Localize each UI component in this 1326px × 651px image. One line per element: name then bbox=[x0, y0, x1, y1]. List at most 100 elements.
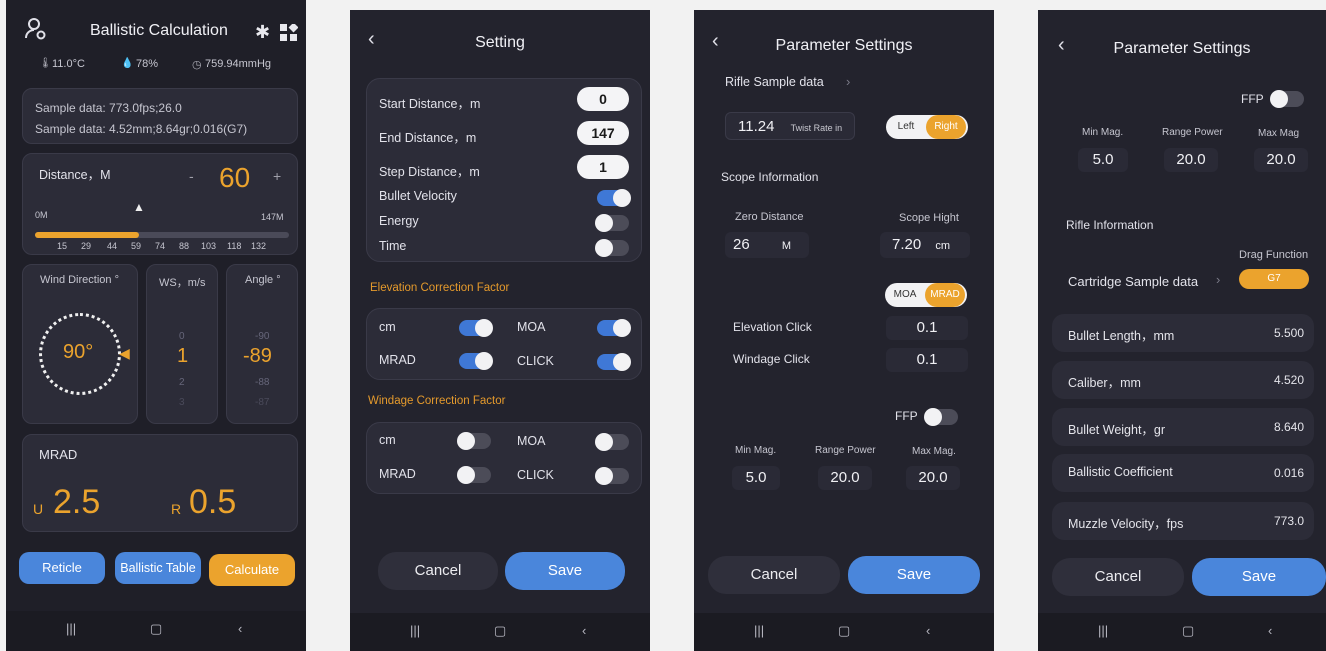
max-mag-input[interactable]: 20.0 bbox=[1254, 148, 1308, 172]
elev-moa-label: MOA bbox=[517, 320, 546, 334]
twist-rate-field[interactable]: 11.24 Twist Rate in bbox=[725, 112, 855, 140]
home-icon[interactable]: ▢ bbox=[494, 623, 506, 639]
cancel-button[interactable]: Cancel bbox=[708, 556, 840, 594]
scale-tick: 59 bbox=[131, 241, 142, 251]
rifle-sample-data-link[interactable]: Rifle Sample data bbox=[725, 75, 824, 89]
right-value: 0.5 bbox=[189, 483, 237, 521]
min-mag-input[interactable]: 5.0 bbox=[1078, 148, 1128, 172]
list-item-ballistic-coefficient[interactable]: Ballistic Coefficient 0.016 bbox=[1052, 454, 1314, 492]
bluetooth-icon[interactable]: ✱ bbox=[255, 22, 270, 43]
ffp-label: FFP bbox=[1241, 92, 1264, 106]
grid-icon[interactable] bbox=[280, 22, 299, 42]
chevron-right-icon[interactable]: › bbox=[846, 74, 850, 89]
twist-right-option[interactable]: Right bbox=[926, 115, 966, 139]
distance-slider[interactable] bbox=[35, 232, 289, 238]
max-mag-label: Max Mag bbox=[1258, 128, 1300, 139]
click-unit-toggle[interactable]: MOA MRAD bbox=[885, 283, 967, 307]
list-item-caliber[interactable]: Caliber，mm 4.520 bbox=[1052, 361, 1314, 399]
sample-line-2: Sample data: 4.52mm;8.64gr;0.016(G7) bbox=[35, 122, 248, 136]
distance-value: 60 bbox=[219, 162, 251, 193]
wind-cm-toggle[interactable] bbox=[457, 432, 491, 450]
range-power-input[interactable]: 20.0 bbox=[818, 466, 872, 490]
recent-apps-icon[interactable]: ||| bbox=[754, 623, 764, 638]
mrad-option[interactable]: MRAD bbox=[925, 283, 965, 307]
moa-option[interactable]: MOA bbox=[885, 283, 925, 307]
scope-height-unit: cm bbox=[935, 240, 951, 252]
elev-moa-toggle[interactable] bbox=[597, 319, 631, 337]
distance-settings-card: Start Distance，m 0 End Distance，m 147 St… bbox=[366, 78, 642, 262]
time-toggle[interactable] bbox=[595, 239, 629, 257]
bullet-velocity-toggle[interactable] bbox=[597, 189, 631, 207]
recent-apps-icon[interactable]: ||| bbox=[410, 623, 420, 638]
list-item-bullet-weight[interactable]: Bullet Weight，gr 8.640 bbox=[1052, 408, 1314, 446]
page-title: Setting bbox=[475, 34, 525, 51]
distance-pointer-icon[interactable]: ▲ bbox=[133, 200, 145, 214]
save-button[interactable]: Save bbox=[1192, 558, 1326, 596]
min-mag-input[interactable]: 5.0 bbox=[732, 466, 780, 490]
home-icon[interactable]: ▢ bbox=[1182, 623, 1194, 639]
recent-apps-icon[interactable]: ||| bbox=[66, 621, 76, 636]
ballistic-table-button[interactable]: Ballistic Table bbox=[115, 552, 201, 584]
elevation-click-input[interactable]: 0.1 bbox=[886, 316, 968, 340]
drag-function-select[interactable]: G7 bbox=[1239, 269, 1309, 289]
wind-speed-card[interactable]: WS，m/s 0 1 2 3 bbox=[146, 264, 218, 424]
step-distance-input[interactable]: 1 bbox=[577, 155, 629, 179]
save-button[interactable]: Save bbox=[848, 556, 980, 594]
nav-back-icon[interactable]: ‹ bbox=[582, 623, 586, 638]
cancel-button[interactable]: Cancel bbox=[1052, 558, 1184, 596]
up-prefix: U bbox=[33, 501, 44, 517]
wind-click-label: CLICK bbox=[517, 468, 554, 482]
row-label: Muzzle Velocity，fps bbox=[1068, 517, 1184, 531]
scale-tick: 15 bbox=[57, 241, 68, 251]
wind-click-toggle[interactable] bbox=[595, 467, 629, 485]
scale-tick: 118 bbox=[227, 241, 242, 251]
user-gear-icon[interactable] bbox=[24, 16, 48, 42]
cartridge-sample-data-link[interactable]: Cartridge Sample data bbox=[1068, 274, 1198, 289]
nav-back-icon[interactable]: ‹ bbox=[926, 623, 930, 638]
zero-distance-unit: M bbox=[781, 240, 792, 252]
home-icon[interactable]: ▢ bbox=[838, 623, 850, 639]
calculate-button[interactable]: Calculate bbox=[209, 554, 295, 586]
nav-back-icon[interactable]: ‹ bbox=[1268, 623, 1272, 638]
angle-above: -90 bbox=[255, 331, 270, 342]
list-item-muzzle-velocity[interactable]: Muzzle Velocity，fps 773.0 bbox=[1052, 502, 1314, 540]
zero-distance-input[interactable]: 26 M bbox=[725, 232, 809, 258]
scale-tick: 44 bbox=[107, 241, 118, 251]
distance-minus-button[interactable]: - bbox=[189, 168, 194, 184]
home-icon[interactable]: ▢ bbox=[150, 621, 162, 637]
start-distance-input[interactable]: 0 bbox=[577, 87, 629, 111]
elev-click-toggle[interactable] bbox=[597, 353, 631, 371]
distance-plus-button[interactable]: + bbox=[273, 168, 281, 184]
twist-left-option[interactable]: Left bbox=[886, 115, 926, 139]
cancel-button[interactable]: Cancel bbox=[378, 552, 498, 590]
ffp-toggle[interactable] bbox=[1270, 90, 1304, 108]
scope-height-input[interactable]: 7.20 cm bbox=[880, 232, 970, 258]
elev-mrad-toggle[interactable] bbox=[459, 352, 493, 370]
twist-direction-toggle[interactable]: Left Right bbox=[886, 115, 968, 139]
chevron-right-icon[interactable]: › bbox=[1216, 272, 1220, 287]
range-power-label: Range Power bbox=[1162, 127, 1223, 138]
elev-cm-label: cm bbox=[379, 320, 396, 334]
save-button[interactable]: Save bbox=[505, 552, 625, 590]
elev-cm-toggle[interactable] bbox=[459, 319, 493, 337]
energy-toggle[interactable] bbox=[595, 214, 629, 232]
windage-click-input[interactable]: 0.1 bbox=[886, 348, 968, 372]
nav-back-icon[interactable]: ‹ bbox=[238, 621, 242, 636]
wind-moa-toggle[interactable] bbox=[595, 433, 629, 451]
rifle-information-header: Rifle Information bbox=[1066, 218, 1154, 232]
scope-height-label: Scope Hight bbox=[899, 212, 959, 224]
range-power-input[interactable]: 20.0 bbox=[1164, 148, 1218, 172]
range-power-label: Range Power bbox=[815, 445, 876, 456]
wind-arrow-icon: ◀ bbox=[119, 345, 130, 361]
system-nav-bar: ||| ▢ ‹ bbox=[350, 613, 650, 651]
reticle-button[interactable]: Reticle bbox=[19, 552, 105, 584]
end-distance-input[interactable]: 147 bbox=[577, 121, 629, 145]
wind-mrad-toggle[interactable] bbox=[457, 466, 491, 484]
wind-direction-card[interactable]: Wind Direction ° 90° ◀ bbox=[22, 264, 138, 424]
angle-card[interactable]: Angle ° -90 -89 -88 -87 bbox=[226, 264, 298, 424]
max-mag-input[interactable]: 20.0 bbox=[906, 466, 960, 490]
screen-parameter-settings-scope: ‹ Parameter Settings Rifle Sample data ›… bbox=[694, 10, 994, 651]
ffp-toggle[interactable] bbox=[924, 408, 958, 426]
list-item-bullet-length[interactable]: Bullet Length，mm 5.500 bbox=[1052, 314, 1314, 352]
recent-apps-icon[interactable]: ||| bbox=[1098, 623, 1108, 638]
